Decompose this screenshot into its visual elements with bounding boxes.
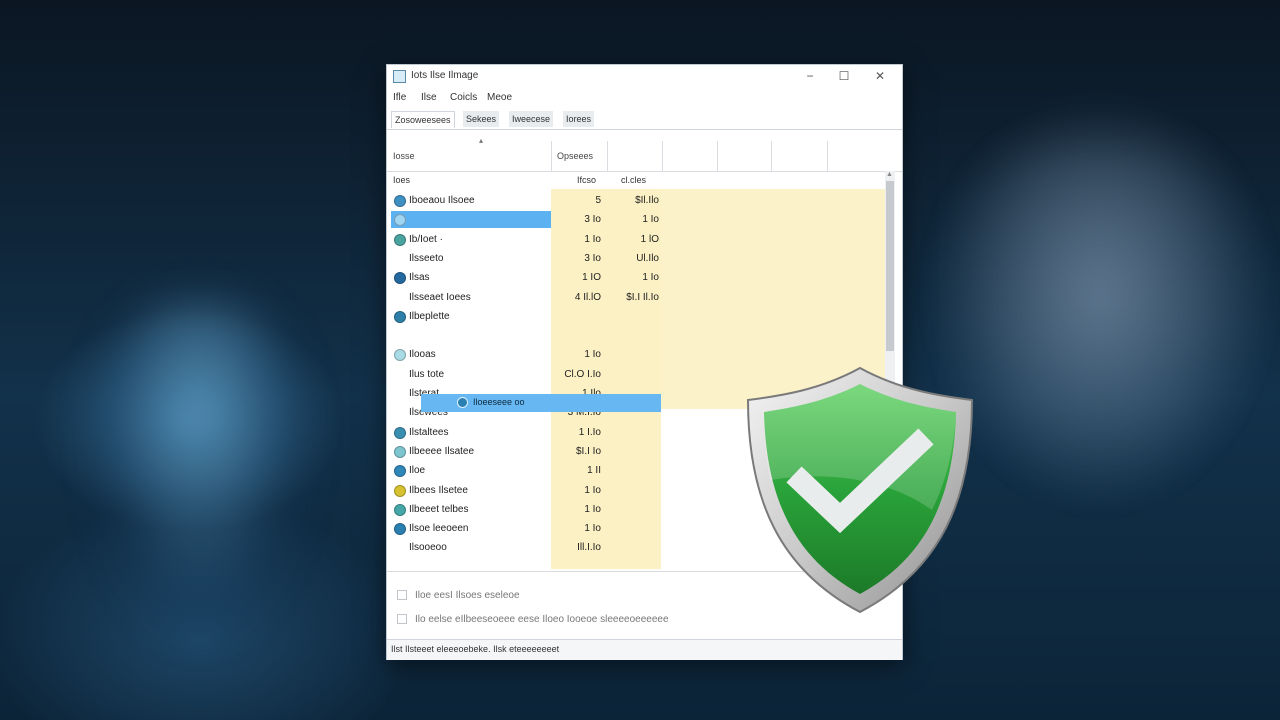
process-name: Iloe: [409, 465, 426, 477]
option-label: Ilo eelse eIlbeeseoeee eese Iloeo Iooeoe…: [415, 614, 669, 625]
process-name: Ilsseeto: [409, 252, 444, 264]
table-row[interactable]: 3 Io 1 Io: [387, 210, 887, 229]
process-name: Ib/Ioet ·: [409, 233, 443, 245]
window-title: Iots Ilse Ilmage: [411, 70, 479, 81]
scroll-up-icon[interactable]: ▲: [886, 171, 893, 178]
process-value-1: 3 Io: [584, 252, 601, 264]
table-row[interactable]: Ilsas 1 IO 1 Io: [387, 268, 887, 287]
table-row[interactable]: [387, 326, 887, 345]
process-value-1: 1 II: [587, 465, 601, 477]
process-icon: [394, 484, 406, 497]
process-icon: [394, 349, 406, 362]
subheader-name: Ioes: [393, 175, 411, 185]
scroll-thumb[interactable]: [886, 181, 894, 351]
column-header-group[interactable]: Opseees: [557, 151, 593, 161]
process-value-2: $Il.Ilo: [635, 195, 659, 206]
process-name: Ilsas: [409, 272, 430, 284]
status-text: Ilst Ilsteeet eleeeoebeke. Ilsk eteeeeee…: [391, 644, 560, 654]
process-value-1: 1 Io: [584, 503, 601, 515]
drag-item-label: Iloeeseee oo: [473, 397, 525, 407]
process-value-1: 1 Io: [584, 349, 601, 361]
table-row[interactable]: Iboeaou Ilsoee 5 $Il.Ilo: [387, 191, 887, 210]
process-name: Iboeaou Ilsoee: [409, 195, 475, 206]
subheader-col2: cl.cles: [621, 175, 647, 185]
process-value-1: 1 Io: [584, 484, 601, 496]
column-header-name[interactable]: Iosse: [393, 151, 415, 161]
shield-check-icon: [746, 366, 974, 614]
process-value-1: 4 Il.lO: [574, 291, 601, 303]
process-icon: [394, 195, 406, 207]
process-value-2: 1 Io: [642, 214, 659, 226]
table-row[interactable]: Ilsseaet Ioees 4 Il.lO $I.I Il.Io: [387, 288, 887, 307]
blurred-figure-left: [90, 300, 310, 640]
process-name: Ilsooeoo: [409, 542, 447, 554]
process-value-1: Ill.I.Io: [577, 542, 601, 554]
menu-item-file[interactable]: Ifle: [393, 92, 406, 103]
process-name: Ilbees Ilsetee: [409, 484, 468, 496]
process-name: Ilbeeet telbes: [409, 503, 469, 515]
tab-history[interactable]: Iorees: [563, 111, 595, 127]
process-value-1: 1 Io: [584, 233, 601, 245]
selected-row-highlight: [391, 211, 551, 229]
process-name: Ilbeplette: [409, 310, 450, 322]
option-row-1[interactable]: Iloe eesI Ilsoes eseleoe: [397, 590, 520, 601]
option-checkbox[interactable]: [397, 590, 407, 601]
process-name: Ilstaltees: [409, 426, 449, 438]
process-icon: [394, 426, 406, 439]
process-value-2: 1 Io: [642, 272, 659, 284]
process-name: Ilsoe leeoeen: [409, 523, 469, 535]
maximize-button[interactable]: ☐: [831, 68, 857, 84]
process-value-1: $I.I Io: [575, 445, 601, 457]
drag-item[interactable]: Iloeeseee oo: [421, 394, 661, 412]
process-value-1: 1 IO: [582, 272, 601, 284]
tab-processes[interactable]: Zosoweesees: [391, 111, 455, 128]
title-bar[interactable]: Iots Ilse Ilmage − ☐ ✕: [387, 65, 902, 87]
status-bar: Ilst Ilsteeet eleeeoebeke. Ilsk eteeeeee…: [387, 639, 902, 660]
process-icon: [394, 503, 406, 516]
menu-item-more[interactable]: Meoe: [487, 92, 512, 103]
process-value-1: 3 Io: [584, 214, 601, 226]
process-value-1: 1 Io: [584, 523, 601, 535]
process-icon: [394, 445, 406, 458]
process-icon: [394, 272, 406, 285]
process-value-1: Cl.O I.Io: [564, 368, 601, 380]
table-row[interactable]: Ib/Ioet · 1 Io 1 lO: [387, 230, 887, 249]
table-header: ▴ Iosse Opseees: [387, 136, 902, 172]
menu-bar: Ifle Ilse Coicls Meoe: [387, 89, 902, 107]
process-value-2: $I.I Il.Io: [626, 291, 659, 303]
process-icon: [394, 523, 406, 536]
process-value-1: 1 I.Io: [578, 426, 601, 438]
tab-services[interactable]: Sekees: [463, 111, 500, 127]
minimize-button[interactable]: −: [797, 68, 823, 84]
process-value-2: Ul.Ilo: [636, 252, 659, 264]
tab-bar: Zosoweesees Sekees Iweecese Iorees: [387, 109, 902, 130]
process-icon: [394, 233, 406, 246]
process-value-1: 5: [595, 195, 601, 206]
process-icon: [394, 310, 406, 323]
table-row[interactable]: Ilbeplette: [387, 307, 887, 326]
option-row-2[interactable]: Ilo eelse eIlbeeseoeee eese Iloeo Iooeoe…: [397, 614, 669, 625]
app-icon: [393, 70, 406, 83]
process-value-2: 1 lO: [640, 233, 659, 245]
sort-up-icon[interactable]: ▴: [479, 136, 483, 145]
process-name: Ilus tote: [409, 368, 445, 380]
table-row[interactable]: Ilsseeto 3 Io Ul.Ilo: [387, 249, 887, 268]
process-name: Ilbeeee Ilsatee: [409, 445, 475, 457]
subheader-col1: Ifcso: [577, 175, 597, 185]
process-name: Ilsseaet Ioees: [409, 291, 471, 303]
app-icon: [457, 397, 468, 408]
blurred-figure-right: [940, 140, 1260, 500]
menu-item-tools[interactable]: Coicls: [450, 92, 477, 103]
tab-performance[interactable]: Iweecese: [509, 111, 554, 127]
menu-item-edit[interactable]: Ilse: [421, 92, 437, 103]
option-checkbox[interactable]: [397, 614, 407, 625]
close-button[interactable]: ✕: [867, 68, 893, 84]
option-label: Iloe eesI Ilsoes eseleoe: [415, 590, 520, 601]
process-name: Ilooas: [409, 349, 436, 361]
process-icon: [394, 465, 406, 478]
